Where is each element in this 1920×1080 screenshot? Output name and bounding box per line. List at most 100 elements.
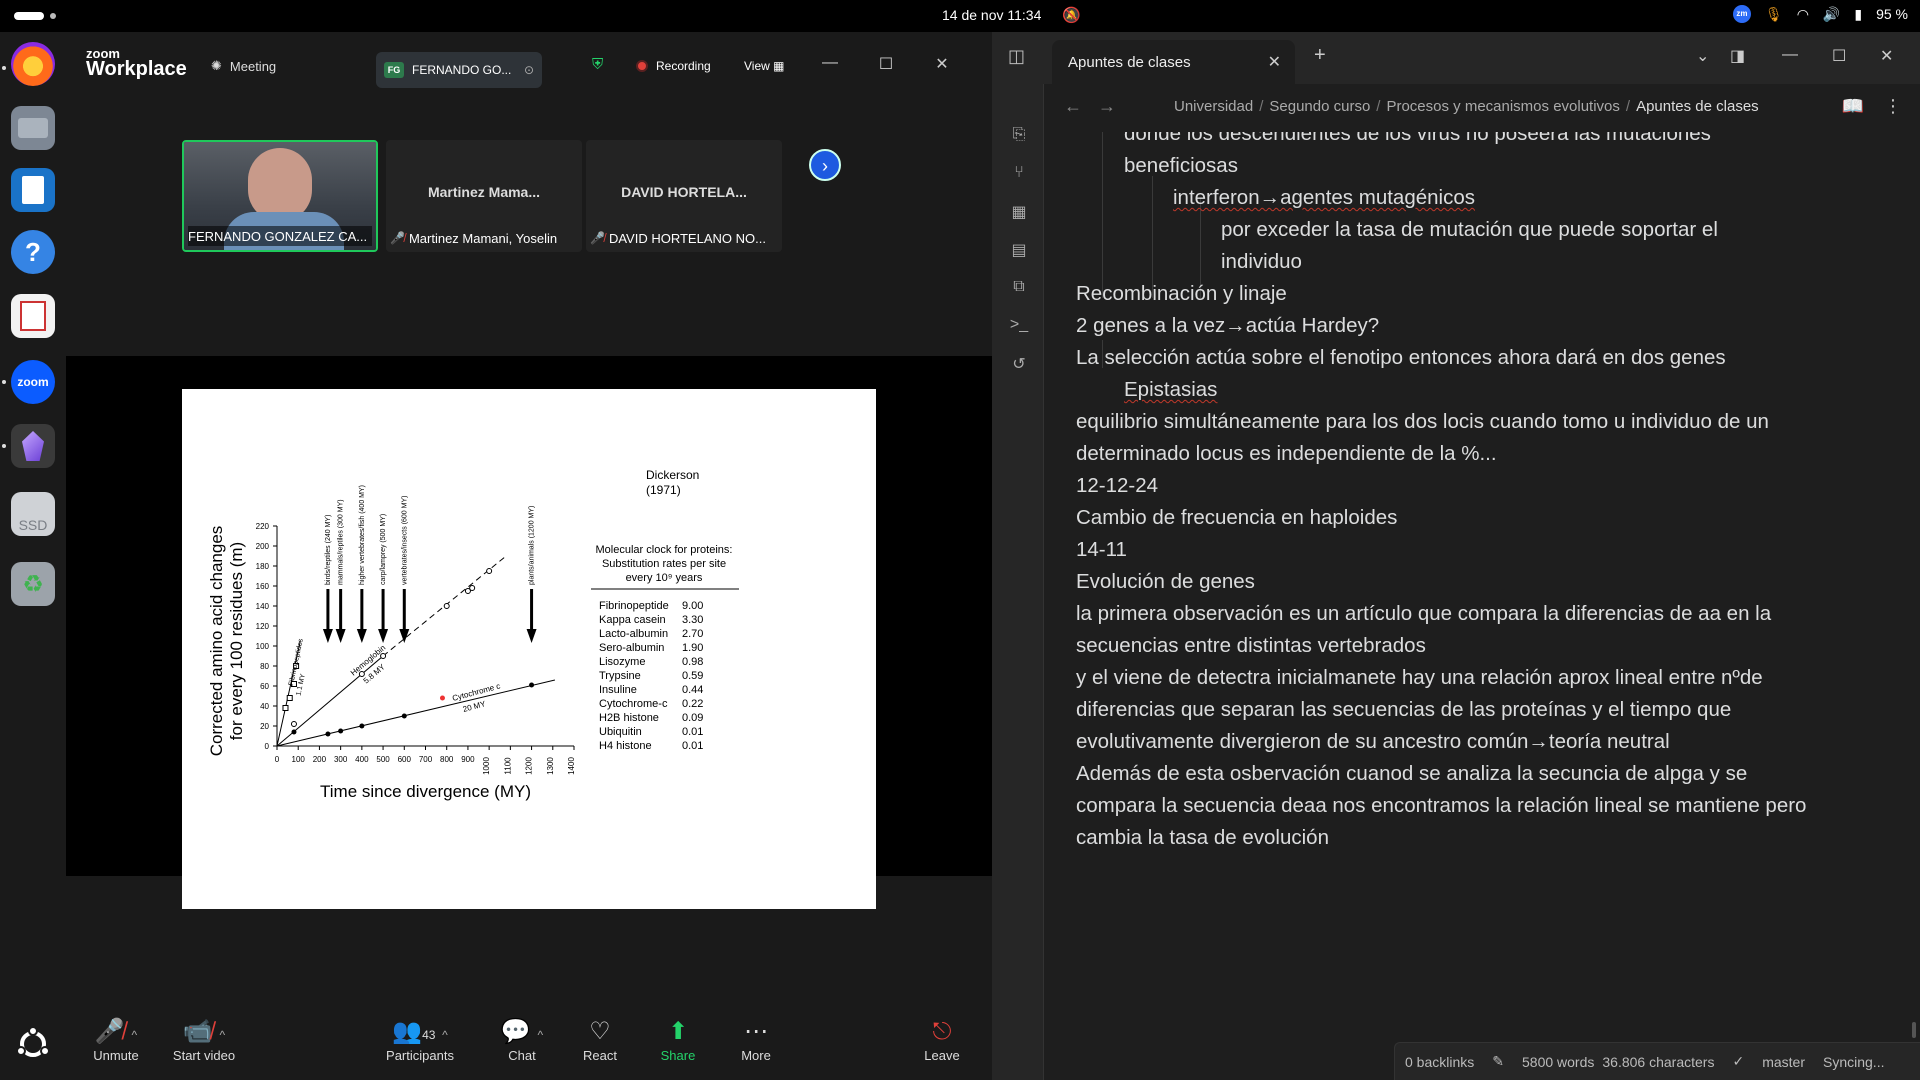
back-arrow-icon[interactable]: ← xyxy=(1064,96,1082,117)
leave-button[interactable]: ⎋ Leave xyxy=(902,1016,982,1063)
word-count: 5800 words xyxy=(1522,1053,1595,1070)
cytochrome-point xyxy=(359,723,365,729)
note-line: secuencias entre distintas vertebrados xyxy=(1076,634,1426,657)
command-palette-icon[interactable]: >_ xyxy=(1008,316,1030,338)
obsidian-window: ◫ Apuntes de clases ✕ + ⌄ ◨ — ☐ ✕ ⎘ ⑂ ▦ … xyxy=(992,32,1920,1080)
share-button[interactable]: ⬆ Share xyxy=(638,1016,718,1063)
view-label: View xyxy=(744,59,770,73)
security-shield-icon[interactable]: ⛨ xyxy=(592,56,603,73)
tab-apuntes[interactable]: Apuntes de clases ✕ xyxy=(1052,40,1295,84)
desktop: 14 de nov 11:34 🔕 zm 🎙 ◠ 🔊 ▮ 95 % ? zoom xyxy=(0,0,1920,1080)
battery-level: 95 % xyxy=(1876,6,1908,22)
host-options-icon[interactable]: ⊙ xyxy=(524,63,534,77)
character-count: 36.806 characters xyxy=(1602,1053,1715,1070)
y-tick-label: 60 xyxy=(260,682,269,691)
y-tick-label: 200 xyxy=(256,542,270,551)
maximize-icon[interactable]: ☐ xyxy=(1832,46,1846,66)
new-tab-icon[interactable]: + xyxy=(1314,44,1326,67)
unmute-button[interactable]: 🎤̸ ^ Unmute xyxy=(76,1016,156,1063)
graph-view-icon[interactable]: ⑂ xyxy=(1008,164,1030,186)
note-editor[interactable]: donde los descendientes de los virus no … xyxy=(1044,132,1920,1028)
backlinks-count[interactable]: 0 backlinks xyxy=(1405,1054,1474,1070)
system-tray[interactable]: zm 🎙 ◠ 🔊 ▮ 95 % xyxy=(1732,5,1908,23)
right-sidebar-icon[interactable]: ◨ xyxy=(1730,46,1745,66)
minimize-icon[interactable]: — xyxy=(818,54,842,72)
note-line: determinado locus es independiente de la… xyxy=(1076,442,1497,465)
more-button[interactable]: ⋯ More xyxy=(716,1016,796,1063)
recording-indicator[interactable]: Recording xyxy=(636,59,711,73)
breadcrumb-item[interactable]: Universidad xyxy=(1174,98,1253,115)
chat-button[interactable]: 💬 ^ Chat xyxy=(482,1016,562,1063)
x-tick-label: 500 xyxy=(376,755,390,764)
y-tick-label: 160 xyxy=(256,582,270,591)
table-rate: 0.59 xyxy=(682,670,703,682)
sync-status[interactable]: Syncing... xyxy=(1823,1054,1884,1070)
files-icon[interactable] xyxy=(11,106,55,150)
close-icon[interactable]: ✕ xyxy=(930,54,954,74)
participant-video-tile[interactable]: FERNANDO GONZALEZ CA... xyxy=(182,140,378,252)
leave-icon: ⎋ xyxy=(932,1018,952,1045)
table-protein: Lisozyme xyxy=(599,656,645,668)
recording-label: Recording xyxy=(656,59,711,73)
participant-tile[interactable]: Martinez Mama... 🎤̸ Martinez Mamani, Yos… xyxy=(386,140,582,252)
obsidian-icon[interactable] xyxy=(11,424,55,468)
breadcrumb-item[interactable]: Procesos y mecanismos evolutivos xyxy=(1386,98,1619,115)
zoom-tray-icon[interactable]: zm xyxy=(1732,5,1751,23)
react-button[interactable]: ♡ React xyxy=(560,1016,640,1063)
participant-display-name: DAVID HORTELA... xyxy=(621,184,747,200)
minimize-icon[interactable]: — xyxy=(1782,46,1798,64)
reading-view-icon[interactable]: 📖 xyxy=(1842,96,1864,117)
help-icon[interactable]: ? xyxy=(11,230,55,274)
y-tick-label: 100 xyxy=(256,642,270,651)
fibrinopeptides-rate-label: 1.1 MY xyxy=(295,673,307,696)
open-switcher-icon[interactable]: ⎘ xyxy=(1008,126,1030,148)
trash-icon[interactable]: ♻ xyxy=(11,562,55,606)
activities-indicator[interactable] xyxy=(14,12,44,20)
close-icon[interactable]: ✕ xyxy=(1880,46,1893,66)
forward-arrow-icon[interactable]: → xyxy=(1098,96,1116,117)
git-branch[interactable]: master xyxy=(1762,1054,1805,1070)
table-protein: Fibrinopeptide xyxy=(599,600,669,612)
tab-list-chevron-icon[interactable]: ⌄ xyxy=(1696,46,1709,66)
table-protein: H2B histone xyxy=(599,712,659,724)
note-line: diferencias que separan las secuencias d… xyxy=(1076,698,1732,721)
more-options-icon[interactable]: ⋮ xyxy=(1884,96,1902,117)
ssd-drive-icon[interactable]: SSD xyxy=(11,492,55,536)
participant-tile[interactable]: DAVID HORTELA... 🎤̸ DAVID HORTELANO NO..… xyxy=(586,140,782,252)
host-avatar: FG xyxy=(384,62,404,78)
meeting-label: Meeting xyxy=(229,58,277,74)
hemoglobin-point xyxy=(290,721,297,727)
maximize-icon[interactable]: ☐ xyxy=(874,54,898,74)
cytochrome-line xyxy=(276,679,556,747)
apps-grid-icon[interactable] xyxy=(11,1022,55,1066)
start-video-button[interactable]: 📹̸ ^ Start video xyxy=(164,1016,244,1063)
canvas-icon[interactable]: ▦ xyxy=(1008,202,1030,224)
view-button[interactable]: View ▦ xyxy=(744,59,784,73)
participants-button[interactable]: 👥43 ^ Participants xyxy=(380,1016,460,1063)
templates-icon[interactable]: ⧉ xyxy=(1008,278,1030,300)
x-tick-label: 400 xyxy=(355,755,369,764)
zoom-icon[interactable]: zoom xyxy=(11,360,55,404)
breadcrumb-separator: / xyxy=(1259,98,1264,115)
table-rate: 0.01 xyxy=(682,726,703,738)
daily-note-icon[interactable]: ▤ xyxy=(1008,240,1030,262)
editor-scrollbar[interactable] xyxy=(1912,1022,1916,1038)
meeting-info-button[interactable]: ✺ Meeting xyxy=(211,58,276,74)
x-axis-label: Time since divergence (MY) xyxy=(320,782,531,801)
tab-bar: ◫ Apuntes de clases ✕ + ⌄ ◨ — ☐ ✕ xyxy=(992,32,1920,84)
x-tick-label: 800 xyxy=(440,755,454,764)
table-rate: 2.70 xyxy=(682,628,703,640)
sidebar-toggle-icon[interactable]: ◫ xyxy=(1008,46,1025,67)
close-tab-icon[interactable]: ✕ xyxy=(1268,52,1281,72)
host-pill[interactable]: FG FERNANDO GO... ⊙ xyxy=(376,52,542,88)
firefox-icon[interactable] xyxy=(11,42,55,86)
sync-history-icon[interactable]: ↺ xyxy=(1008,354,1030,376)
breadcrumb-current[interactable]: Apuntes de clases xyxy=(1636,98,1759,115)
table-rate: 0.44 xyxy=(682,684,703,696)
clock[interactable]: 14 de nov 11:34 xyxy=(942,7,1041,23)
next-page-button[interactable]: › xyxy=(809,149,841,181)
breadcrumb-item[interactable]: Segundo curso xyxy=(1269,98,1370,115)
edit-pencil-icon[interactable]: ✎ xyxy=(1492,1053,1504,1070)
reader-icon[interactable] xyxy=(11,294,55,338)
writer-icon[interactable] xyxy=(11,168,55,212)
